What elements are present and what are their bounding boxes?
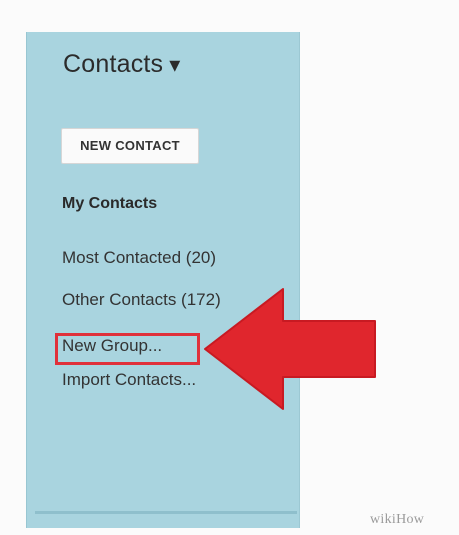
- left-arrow-icon: [204, 288, 376, 410]
- sidebar-item-my-contacts[interactable]: My Contacts: [62, 195, 157, 213]
- new-contact-button[interactable]: NEW CONTACT: [61, 128, 199, 164]
- sidebar-item-import-contacts[interactable]: Import Contacts...: [62, 370, 196, 390]
- sidebar-item-other-contacts[interactable]: Other Contacts (172): [62, 290, 221, 310]
- contacts-sidebar: Contacts ▾ NEW CONTACT My Contacts Most C…: [26, 32, 300, 528]
- chevron-down-icon: ▾: [169, 52, 181, 77]
- new-group-highlight-box: [55, 333, 200, 365]
- sidebar-item-most-contacted[interactable]: Most Contacted (20): [62, 248, 216, 268]
- contacts-title-label: Contacts: [63, 50, 164, 78]
- contacts-menu-title[interactable]: Contacts ▾: [63, 50, 181, 79]
- divider: [35, 511, 297, 514]
- wikihow-watermark: wikiHow: [370, 512, 425, 527]
